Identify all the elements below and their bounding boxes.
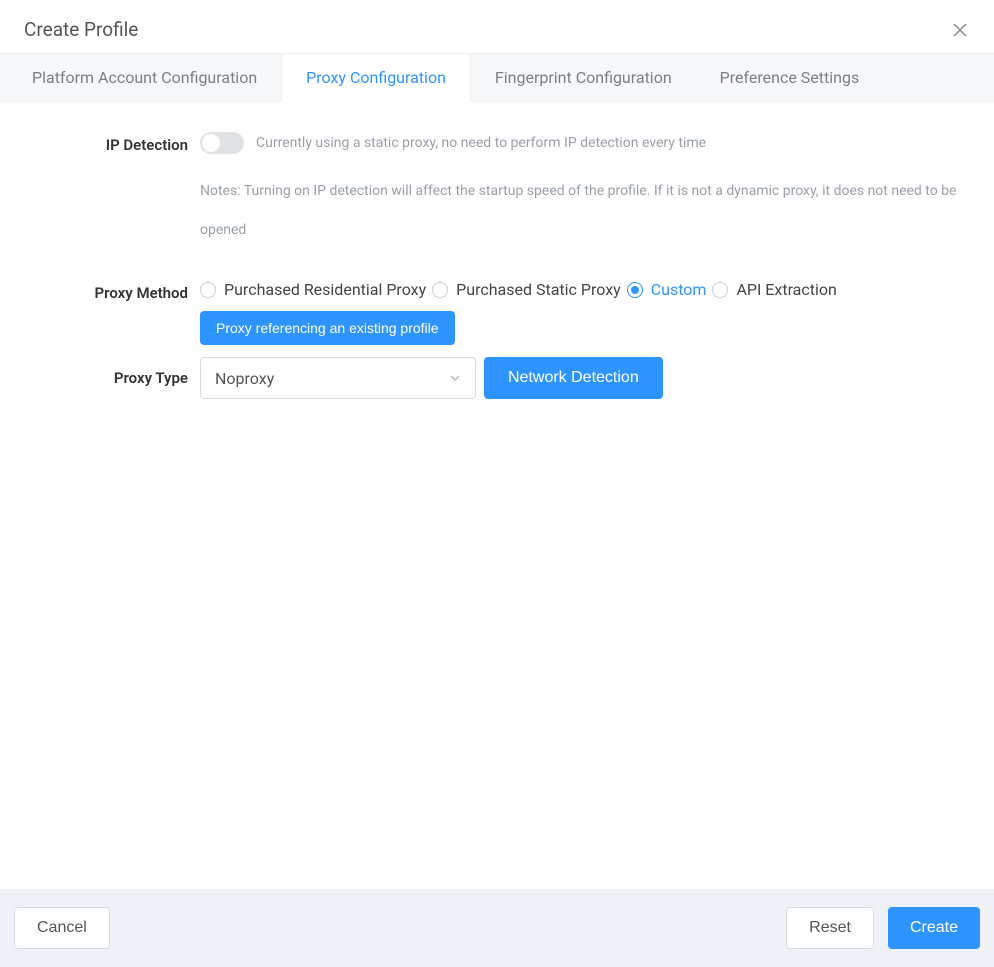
radio-label: Purchased Static Proxy bbox=[456, 280, 621, 299]
tab-platform[interactable]: Platform Account Configuration bbox=[8, 54, 281, 101]
radio-custom[interactable]: Custom bbox=[627, 280, 707, 299]
create-button[interactable]: Create bbox=[888, 907, 980, 949]
label-ip-detection: IP Detection bbox=[0, 132, 200, 154]
tab-preference[interactable]: Preference Settings bbox=[696, 54, 884, 101]
close-button[interactable] bbox=[950, 20, 970, 40]
network-detection-button[interactable]: Network Detection bbox=[484, 357, 663, 399]
radio-api[interactable]: API Extraction bbox=[712, 280, 836, 299]
select-value: Noproxy bbox=[215, 369, 449, 388]
tab-content: IP Detection Currently using a static pr… bbox=[0, 102, 994, 889]
radio-circle-icon bbox=[432, 282, 448, 298]
radio-circle-icon bbox=[200, 282, 216, 298]
close-icon bbox=[952, 22, 968, 38]
dialog-footer: Cancel Reset Create bbox=[0, 889, 994, 967]
dialog-header: Create Profile bbox=[0, 0, 994, 53]
tab-proxy[interactable]: Proxy Configuration bbox=[281, 54, 471, 102]
row-proxy-type: Proxy Type Noproxy Network Detection bbox=[0, 357, 994, 399]
cancel-button[interactable]: Cancel bbox=[14, 907, 110, 949]
ip-detection-hint: Currently using a static proxy, no need … bbox=[256, 135, 706, 151]
label-proxy-type: Proxy Type bbox=[0, 357, 200, 387]
label-proxy-method: Proxy Method bbox=[0, 280, 200, 302]
row-proxy-method: Proxy Method Purchased Residential Proxy… bbox=[0, 280, 994, 345]
radio-label: Custom bbox=[651, 280, 707, 299]
radio-static[interactable]: Purchased Static Proxy bbox=[432, 280, 621, 299]
chevron-down-icon bbox=[449, 372, 461, 384]
radio-circle-icon bbox=[712, 282, 728, 298]
create-profile-dialog: Create Profile Platform Account Configur… bbox=[0, 0, 994, 967]
ip-detection-switch[interactable] bbox=[200, 132, 244, 154]
radio-residential[interactable]: Purchased Residential Proxy bbox=[200, 280, 426, 299]
tab-bar: Platform Account Configuration Proxy Con… bbox=[0, 53, 994, 102]
ip-detection-notes: Notes: Turning on IP detection will affe… bbox=[200, 172, 980, 250]
proxy-type-select[interactable]: Noproxy bbox=[200, 357, 476, 399]
proxy-method-radio-group: Purchased Residential Proxy Purchased St… bbox=[200, 280, 980, 299]
dialog-title: Create Profile bbox=[24, 18, 138, 41]
tab-fingerprint[interactable]: Fingerprint Configuration bbox=[471, 54, 696, 101]
radio-label: API Extraction bbox=[736, 280, 836, 299]
row-ip-detection: IP Detection Currently using a static pr… bbox=[0, 132, 994, 250]
reset-button[interactable]: Reset bbox=[786, 907, 874, 949]
radio-circle-icon bbox=[627, 282, 643, 298]
proxy-reference-button[interactable]: Proxy referencing an existing profile bbox=[200, 311, 455, 345]
switch-knob bbox=[202, 134, 220, 152]
radio-label: Purchased Residential Proxy bbox=[224, 280, 426, 299]
